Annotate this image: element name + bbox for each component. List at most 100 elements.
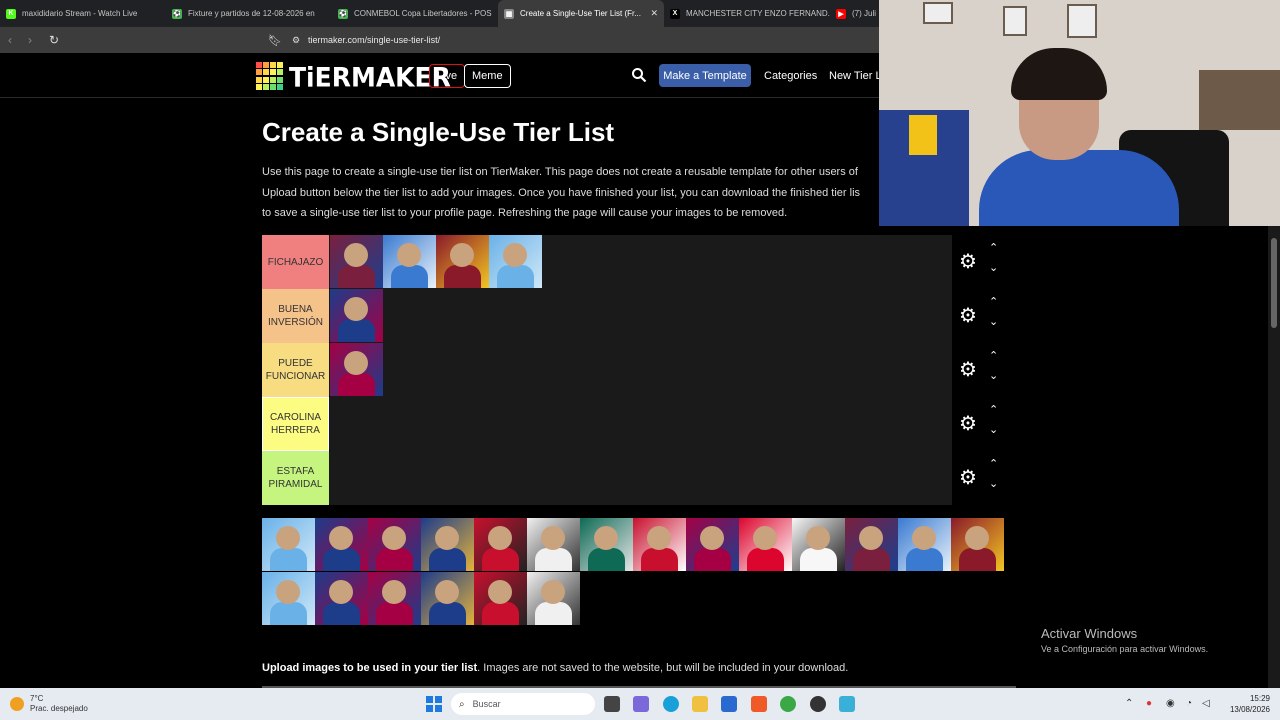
new-tier-lists-link[interactable]: New Tier L [829,70,882,82]
volume-icon[interactable]: ◁ [1202,698,1210,709]
chevron-down-icon[interactable]: ⌄ [989,261,998,274]
player-image[interactable] [527,518,580,571]
teams-icon[interactable] [633,696,649,712]
chevron-up-icon[interactable]: ⌃ [989,349,998,362]
scrollbar-thumb[interactable] [1271,238,1277,328]
player-image[interactable] [633,518,686,571]
tab-favicon-icon: ⚽ [172,8,182,19]
meme-button[interactable]: Meme [464,64,511,88]
webcam-overlay [879,0,1280,226]
player-image[interactable] [845,518,898,571]
player-image[interactable] [315,518,368,571]
browser-tab[interactable]: ⚽ CONMEBOL Copa Libertadores - POS [332,0,498,27]
chevron-up-icon[interactable]: ⌃ [989,295,998,308]
shelf [1199,70,1280,130]
player-image[interactable] [474,518,527,571]
tier-items[interactable] [330,235,952,289]
player-image[interactable] [262,572,315,625]
forward-icon[interactable]: › [20,33,40,47]
chevron-up-icon[interactable]: ⌃ [989,241,998,254]
player-image[interactable] [951,518,1004,571]
chevron-down-icon[interactable]: ⌄ [989,369,998,382]
browser-tab[interactable]: ▦ Create a Single-Use Tier List (Fr... ✕ [498,0,664,27]
tier-items[interactable] [330,451,952,505]
weather-desc: Prac. despejado [30,704,88,713]
tier-label[interactable]: PUEDE FUNCIONAR [262,343,329,397]
chevron-down-icon[interactable]: ⌄ [989,477,998,490]
tier-board: FICHAJAZO ⚙ ⌃ ⌄ BUENA INVERSIÓN ⚙ ⌃ ⌄ PUEDE FUNC… [262,235,1008,505]
tier-items[interactable] [330,397,952,451]
gear-icon[interactable]: ⚙ [959,360,979,380]
app-icon[interactable] [839,696,855,712]
tab-title: Fixture y partidos de 12-08-2026 en [188,9,315,18]
tray-app-icon[interactable]: ◉ [1166,698,1175,709]
player-image[interactable] [739,518,792,571]
search-icon[interactable] [631,67,647,83]
tray-chevron-icon[interactable]: ⌃ [1125,698,1133,709]
player-image[interactable] [421,518,474,571]
player-image[interactable] [436,235,489,288]
back-icon[interactable]: ‹ [0,33,20,47]
reload-icon[interactable]: ↻ [44,33,64,47]
tab-title: Create a Single-Use Tier List (Fr... [520,9,641,18]
close-tab-icon[interactable]: ✕ [650,8,658,19]
tier-label[interactable]: ESTAFA PIRAMIDAL [262,451,329,505]
bookmark-icon[interactable]: 🔖︎ [268,34,282,47]
tier-label[interactable]: CAROLINA HERRERA [262,397,329,451]
browser-tab[interactable]: ▶ (7) Julián [830,0,876,27]
clock[interactable]: 15:29 13/08/2026 [1222,693,1270,715]
weather-widget[interactable]: 7°C Prac. despejado [10,694,88,714]
tier-items[interactable] [330,289,952,343]
chevron-up-icon[interactable]: ⌃ [989,457,998,470]
player-image[interactable] [898,518,951,571]
player-image[interactable] [368,572,421,625]
player-image[interactable] [383,235,436,288]
file-explorer-icon[interactable] [692,696,708,712]
player-image[interactable] [368,518,421,571]
start-icon[interactable] [426,696,442,712]
vertical-scrollbar[interactable] [1268,226,1280,688]
player-image[interactable] [792,518,845,571]
gear-icon[interactable]: ⚙ [959,468,979,488]
player-image[interactable] [421,572,474,625]
task-view-icon[interactable] [604,696,620,712]
chevron-up-icon[interactable]: ⌃ [989,403,998,416]
browser-tab[interactable]: Kmaxididario Stream - Watch Live [0,0,166,27]
browser-tab[interactable]: X MANCHESTER CITY ENZO FERNAND... [664,0,830,27]
taskbar-search[interactable]: ⌕ Buscar [451,693,595,715]
player-image[interactable] [527,572,580,625]
tier-label[interactable]: BUENA INVERSIÓN [262,289,329,343]
gear-icon[interactable]: ⚙ [959,252,979,272]
tiermaker-logo-icon[interactable] [256,62,284,90]
player-image[interactable] [474,572,527,625]
player-image[interactable] [330,235,383,288]
player-image[interactable] [686,518,739,571]
tier-row: FICHAJAZO ⚙ ⌃ ⌄ [262,235,1008,289]
tier-items[interactable] [330,343,952,397]
player-image[interactable] [262,518,315,571]
url-field[interactable]: tiermaker.com/single-use-tier-list/ [308,35,440,45]
tray-app-icon[interactable]: ● [1146,698,1152,709]
store-icon[interactable] [721,696,737,712]
player-image[interactable] [330,343,383,396]
edge-icon[interactable] [663,696,679,712]
chrome-icon[interactable] [780,696,796,712]
tier-label[interactable]: FICHAJAZO [262,235,329,289]
player-image[interactable] [315,572,368,625]
gear-icon[interactable]: ⚙ [959,414,979,434]
player-image[interactable] [330,289,383,342]
wifi-icon[interactable]: ◔ [1186,698,1192,709]
browser-tab[interactable]: ⚽ Fixture y partidos de 12-08-2026 en [166,0,332,27]
logo-text[interactable]: TiERMAKER [289,62,451,92]
categories-link[interactable]: Categories [764,70,817,82]
player-image[interactable] [580,518,633,571]
site-info-icon[interactable]: ⚙ [292,35,300,46]
brave-icon[interactable] [751,696,767,712]
player-image[interactable] [489,235,542,288]
make-template-button[interactable]: Make a Template [659,64,751,87]
live-button[interactable]: Live [429,64,466,88]
chevron-down-icon[interactable]: ⌄ [989,315,998,328]
chevron-down-icon[interactable]: ⌄ [989,423,998,436]
obs-icon[interactable] [810,696,826,712]
gear-icon[interactable]: ⚙ [959,306,979,326]
